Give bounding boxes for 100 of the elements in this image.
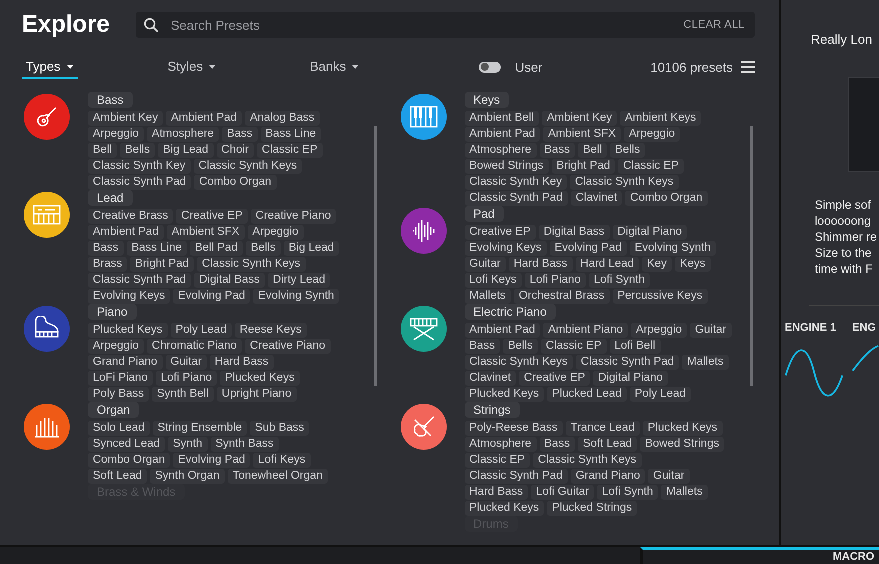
type-tag[interactable]: Classic Synth Keys [194,159,302,174]
type-tag[interactable]: Guitar [166,355,207,370]
type-tag[interactable]: Keys [675,257,711,272]
category-badge[interactable] [24,94,70,140]
type-tag[interactable]: Bowed Strings [464,159,549,174]
type-tag[interactable]: Classic Synth Keys [533,453,642,468]
type-tag[interactable]: Creative Brass [88,209,174,224]
type-tag[interactable]: Classic Synth Pad [88,273,192,288]
type-tag[interactable]: Arpeggio [631,323,688,338]
type-tag[interactable]: Plucked Keys [88,323,168,338]
type-tag[interactable]: Creative Piano [245,339,330,354]
type-tag[interactable]: Creative EP [519,371,590,386]
type-tag[interactable]: Evolving Synth [630,241,716,256]
category-tag[interactable]: Strings [464,402,520,418]
type-tag[interactable]: Bass [540,143,576,158]
toggle-switch[interactable] [479,62,502,72]
type-tag[interactable]: Synth [168,437,208,452]
type-tag[interactable]: Mallets [661,485,708,500]
type-tag[interactable]: Orchestral Brass [514,289,610,304]
type-tag[interactable]: Digital Piano [593,371,668,386]
filter-tab[interactable]: Styles [164,55,220,79]
category-badge[interactable] [400,404,446,450]
type-tag[interactable]: Poly Lead [630,387,692,402]
type-tag[interactable]: Digital Piano [612,225,688,240]
type-tag[interactable]: Bells [503,339,538,354]
type-tag[interactable]: Lofi Bell [610,339,661,354]
type-tag[interactable]: Classic EP [618,159,684,174]
type-tag[interactable]: Plucked Keys [642,421,723,436]
scrollbar[interactable] [750,126,753,386]
type-tag[interactable]: Lofi Synth [597,485,658,500]
type-tag[interactable]: Digital Bass [194,273,266,288]
type-tag[interactable]: Evolving Keys [464,241,547,256]
type-tag[interactable]: Evolving Synth [253,289,340,304]
type-tag[interactable]: String Ensemble [152,421,248,436]
type-tag[interactable]: Guitar [690,323,732,338]
type-tag[interactable]: Bells [610,143,646,158]
type-tag[interactable]: Bass [540,437,576,452]
type-tag[interactable]: Classic Synth Pad [576,355,680,370]
type-tag[interactable]: Percussive Keys [612,289,708,304]
category-tag[interactable]: Keys [464,92,510,108]
type-tag[interactable]: Hard Bass [210,355,274,370]
type-tag[interactable]: Evolving Pad [173,453,250,468]
type-tag[interactable]: Ambient Piano [543,323,628,338]
category-tag[interactable]: Piano [88,304,137,320]
type-tag[interactable]: Synth Bass [210,437,279,452]
type-tag[interactable]: Plucked Keys [464,387,544,402]
type-tag[interactable]: Bowed Strings [640,437,724,452]
type-tag[interactable]: Chromatic Piano [147,339,242,354]
category-tag[interactable]: Electric Piano [464,304,556,320]
type-tag[interactable]: Analog Bass [245,111,320,126]
type-tag[interactable]: Bells [246,241,281,256]
category-badge[interactable] [400,94,446,140]
type-tag[interactable]: Bells [120,143,156,158]
type-tag[interactable]: Ambient Key [88,111,164,126]
type-tag[interactable]: Guitar [648,469,690,484]
type-tag[interactable]: Tonewheel Organ [228,469,328,484]
type-tag[interactable]: Ambient SFX [543,127,622,142]
type-tag[interactable]: Bass [88,241,124,256]
type-tag[interactable]: Combo Organ [625,191,708,206]
type-tag[interactable]: Choir [216,143,254,158]
type-tag[interactable]: Creative Piano [250,209,336,224]
type-tag[interactable]: Classic Synth Pad [88,175,192,190]
type-tag[interactable]: Lofi Synth [588,273,650,288]
type-tag[interactable]: Big Lead [284,241,340,256]
type-tag[interactable]: Lofi Piano [156,371,218,386]
type-tag[interactable]: Grand Piano [570,469,646,484]
type-tag[interactable]: Ambient Pad [166,111,242,126]
type-tag[interactable]: Classic EP [464,453,530,468]
type-tag[interactable]: Poly Bass [88,387,150,402]
type-tag[interactable]: Hard Bass [508,257,573,272]
type-tag[interactable]: Trance Lead [566,421,640,436]
type-tag[interactable]: Plucked Lead [547,387,627,402]
type-tag[interactable]: Arpeggio [248,225,304,240]
type-tag[interactable]: Atmosphere [147,127,220,142]
type-tag[interactable]: Bright Pad [130,257,194,272]
type-tag[interactable]: Bass Line [126,241,188,256]
category-badge[interactable] [400,306,446,352]
type-tag[interactable]: Reese Keys [234,323,307,338]
filter-tab[interactable]: Banks [306,55,364,79]
type-tag[interactable]: Arpeggio [624,127,680,142]
type-tag[interactable]: Plucked Keys [220,371,300,386]
category-tag[interactable]: Pad [464,206,504,222]
type-tag[interactable]: Digital Bass [538,225,610,240]
type-tag[interactable]: Brass [88,257,128,272]
type-tag[interactable]: Classic Synth Keys [197,257,306,272]
type-tag[interactable]: Ambient Key [542,111,618,126]
type-tag[interactable]: Bell Pad [190,241,243,256]
type-tag[interactable]: Plucked Keys [464,501,544,516]
type-tag[interactable]: Classic Synth Keys [464,355,573,370]
type-tag[interactable]: Classic Synth Pad [464,469,568,484]
type-tag[interactable]: Atmosphere [464,143,537,158]
type-tag[interactable]: Lofi Keys [464,273,522,288]
type-tag[interactable]: Mallets [682,355,729,370]
type-tag[interactable]: Ambient Pad [464,127,540,142]
category-badge[interactable] [24,306,70,352]
type-tag[interactable]: Lofi Piano [524,273,586,288]
type-tag[interactable]: Classic EP [257,143,323,158]
type-tag[interactable]: Bright Pad [552,159,616,174]
type-tag[interactable]: Upright Piano [216,387,297,402]
type-tag[interactable]: Hard Bass [464,485,528,500]
